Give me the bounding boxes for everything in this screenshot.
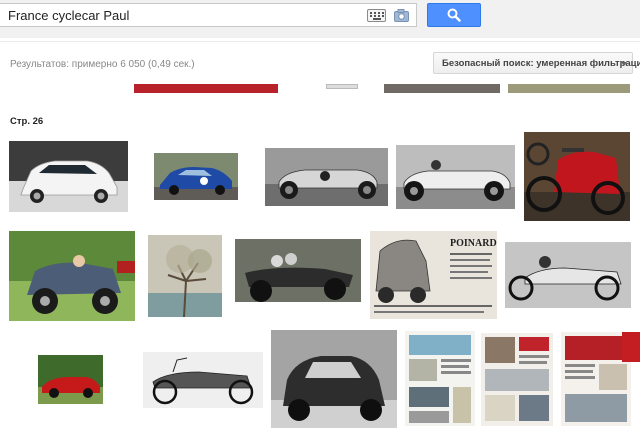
thumbnail-vintage-race-car[interactable] [396,145,515,209]
thumbnail-cyclecar-bw[interactable] [235,239,361,302]
thumbnail-magazine-page[interactable] [405,331,475,426]
thumbnail-tree-painting[interactable] [148,235,222,317]
thumbnail-previous-row[interactable] [384,84,500,93]
thumbnail-blue-cyclecar[interactable] [9,231,135,321]
thumbnail-saloon-bw[interactable] [271,330,397,428]
thumbnail-vintage-race-car[interactable] [265,148,388,206]
thumbnail-previous-row[interactable] [508,84,630,93]
toolbar-divider [0,41,640,42]
thumbnail-previous-row[interactable] [134,84,278,93]
chevron-down-icon [621,62,627,66]
thumbnail-magazine-page[interactable] [561,332,631,426]
thumbnail-poinard-advert[interactable]: POINARD [370,231,497,319]
search-box[interactable] [0,3,417,27]
thumbnail-red-cyclecar[interactable] [524,132,630,221]
thumbnail-magazine-page[interactable] [481,333,553,426]
thumbnail-red-ferrari[interactable] [38,355,103,404]
advert-caption: POINARD [450,238,497,249]
results-stats: Результатов: примерно 6 050 (0,49 сек.) [10,59,195,70]
keyboard-icon[interactable] [367,9,386,22]
thumbnail-vintage-cyclecar[interactable] [505,242,631,308]
thumbnail-previous-row[interactable] [326,84,358,89]
thumbnail-edge[interactable] [622,332,640,362]
thumbnail-blue-alpine[interactable] [154,153,238,200]
thumbnail-white-hatchback[interactable] [9,141,128,212]
search-button[interactable] [427,3,481,27]
safesearch-dropdown[interactable]: Безопасный поиск: умеренная фильтрация [433,52,640,74]
page-label: Стр. 26 [10,116,44,127]
camera-icon[interactable] [394,9,409,22]
thumbnail-open-car-sketch[interactable] [143,352,263,408]
search-bar [0,0,640,38]
search-input[interactable] [8,7,360,24]
safesearch-label: Безопасный поиск: умеренная фильтрация [442,58,640,69]
magnifier-search-icon [447,8,461,22]
